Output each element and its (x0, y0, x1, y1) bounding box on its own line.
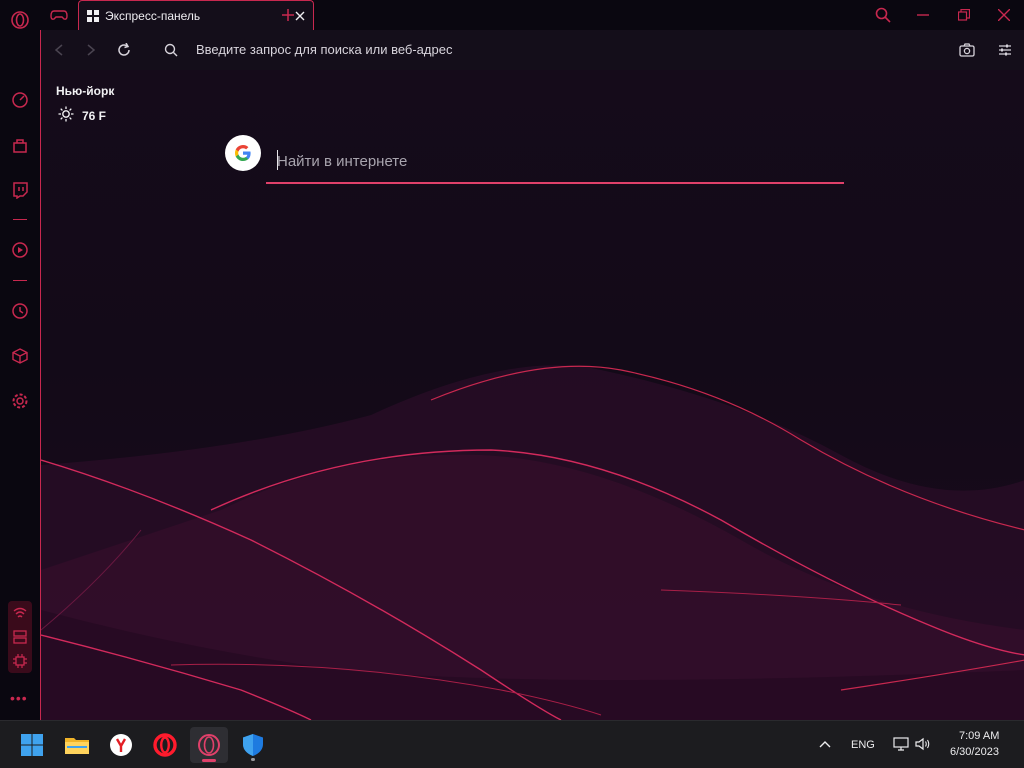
yandex-browser-icon[interactable] (102, 727, 140, 763)
shopping-bag-icon[interactable] (8, 133, 32, 157)
active-app-indicator (202, 759, 216, 762)
tab-title: Экспресс-панель (105, 9, 201, 23)
address-search-icon (159, 38, 183, 62)
easy-setup-sliders-icon[interactable] (993, 38, 1017, 62)
sidebar-separator (13, 280, 27, 281)
windows-taskbar: ENG 7:09 AM 6/30/2023 (0, 720, 1024, 768)
google-g-icon[interactable] (225, 135, 261, 171)
close-window-icon[interactable] (987, 2, 1021, 28)
text-cursor (277, 150, 278, 170)
volume-icon[interactable] (915, 737, 931, 751)
storage-icon (13, 630, 27, 644)
back-icon[interactable] (47, 38, 71, 62)
desktop-screen: ••• Экспресс-панель Введите запрос для п… (0, 0, 1024, 768)
tab-strip: Экспресс-панель (40, 0, 1024, 31)
file-explorer-icon[interactable] (58, 727, 96, 763)
sidebar-more-icon[interactable]: ••• (10, 691, 30, 705)
sun-icon (58, 106, 74, 122)
snapshot-camera-icon[interactable] (955, 38, 979, 62)
gx-control-widgets[interactable] (8, 601, 32, 673)
search-tabs-icon[interactable] (866, 2, 900, 28)
wifi-icon (13, 607, 27, 618)
browser-sidebar: ••• (0, 0, 40, 720)
minimize-icon[interactable] (906, 2, 940, 28)
opera-gx-menu-icon[interactable] (8, 8, 32, 32)
cpu-icon (13, 654, 27, 668)
weather-city[interactable]: Нью-йорк (56, 84, 114, 98)
show-hidden-icons-chevron-icon[interactable] (819, 740, 831, 748)
weather-temperature: 76 F (82, 109, 107, 123)
address-toolbar: Введите запрос для поиска или веб-адрес (40, 30, 1024, 70)
settings-gear-icon[interactable] (8, 389, 32, 413)
speed-dial-page: Нью-йорк 76 F (40, 70, 1024, 720)
grid-icon (87, 10, 99, 22)
windows-security-icon[interactable] (234, 727, 272, 763)
reload-icon[interactable] (112, 38, 136, 62)
windows-start-icon[interactable] (13, 727, 51, 763)
network-icon[interactable] (893, 737, 909, 751)
address-input[interactable]: Введите запрос для поиска или веб-адрес (196, 42, 452, 57)
forward-icon[interactable] (79, 38, 103, 62)
gx-gaming-controller-icon[interactable] (42, 2, 76, 28)
clock-time[interactable]: 7:09 AM (959, 730, 999, 742)
clock-date[interactable]: 6/30/2023 (950, 746, 999, 758)
speed-dial-icon[interactable] (8, 88, 32, 112)
extensions-cube-icon[interactable] (8, 344, 32, 368)
input-language[interactable]: ENG (851, 739, 875, 751)
player-icon[interactable] (8, 238, 32, 262)
twitch-icon[interactable] (8, 178, 32, 202)
new-tab-plus-icon[interactable] (274, 2, 302, 28)
restore-icon[interactable] (947, 2, 981, 28)
web-search-field[interactable] (266, 140, 844, 184)
running-app-dot (251, 758, 255, 761)
opera-gx-icon[interactable] (190, 727, 228, 763)
sidebar-separator (13, 219, 27, 220)
history-icon[interactable] (8, 299, 32, 323)
opera-icon[interactable] (146, 727, 184, 763)
web-search-input[interactable] (266, 140, 844, 182)
